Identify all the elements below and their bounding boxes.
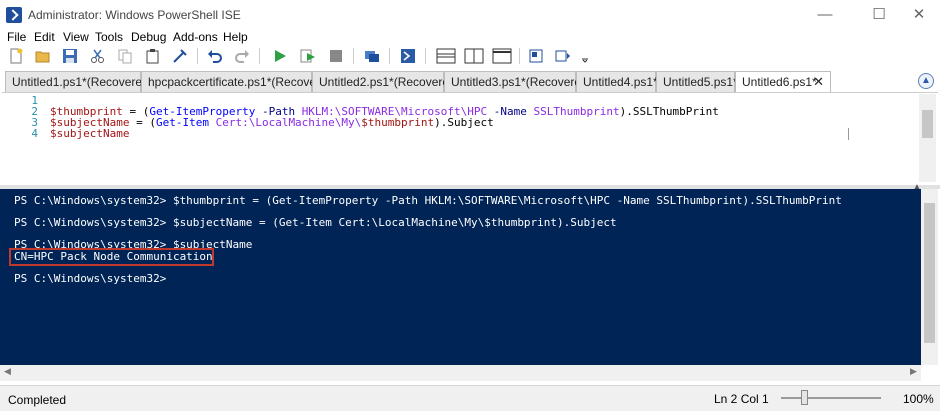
variable-token: $thumbprint bbox=[361, 116, 435, 129]
console-prompt-line: PS C:\Windows\system32> bbox=[14, 272, 167, 285]
toolbar bbox=[0, 44, 940, 68]
toolbar-separator bbox=[519, 48, 520, 64]
tab-close-icon[interactable]: ✕ bbox=[813, 72, 824, 92]
toolbar-separator bbox=[197, 48, 198, 64]
tab-untitled2[interactable]: Untitled2.ps1*(Recovered) bbox=[312, 71, 460, 92]
script-tabs: Untitled1.ps1*(Recovered) hpcpackcertifi… bbox=[0, 70, 940, 92]
tab-label: Untitled6.ps1* bbox=[742, 75, 817, 89]
tab-hpcpackcertificate[interactable]: hpcpackcertificate.ps1*(Recovered) bbox=[141, 71, 337, 92]
tab-untitled5[interactable]: Untitled5.ps1* bbox=[656, 71, 738, 92]
argument-token: Cert:\LocalMachine\My\ bbox=[208, 116, 362, 129]
scroll-right-icon[interactable]: ▶ bbox=[910, 366, 917, 377]
tab-untitled3[interactable]: Untitled3.ps1*(Recovered) bbox=[444, 71, 592, 92]
tab-label: Untitled5.ps1* bbox=[663, 75, 738, 89]
variable-token: $subjectName bbox=[50, 127, 130, 140]
code-line-4: $subjectName bbox=[50, 127, 129, 140]
window-title: Administrator: Windows PowerShell ISE bbox=[28, 8, 241, 22]
new-file-icon[interactable] bbox=[8, 48, 24, 64]
save-icon[interactable] bbox=[62, 48, 78, 64]
cursor-position: Ln 2 Col 1 bbox=[714, 392, 769, 406]
line-number: 4 bbox=[31, 127, 38, 140]
argument-token: SSLThumbprint bbox=[533, 105, 620, 118]
collapse-script-pane-icon[interactable]: ▲ bbox=[918, 73, 934, 89]
zoom-slider[interactable] bbox=[781, 397, 881, 399]
member-token: ).Subject bbox=[434, 116, 494, 129]
run-selection-icon[interactable] bbox=[300, 48, 316, 64]
new-remote-tab-icon[interactable] bbox=[364, 48, 380, 64]
tab-untitled1[interactable]: Untitled1.ps1*(Recovered) bbox=[5, 71, 153, 92]
minimize-button[interactable]: — bbox=[802, 0, 848, 30]
powershell-icon bbox=[6, 7, 22, 23]
console-horizontal-scrollbar[interactable]: ◀ ▶ bbox=[0, 365, 921, 381]
editor-scrollbar[interactable] bbox=[919, 94, 936, 182]
tab-label: Untitled4.ps1* bbox=[583, 75, 658, 89]
tab-label: Untitled1.ps1*(Recovered) bbox=[12, 75, 153, 89]
console-line: PS C:\Windows\system32> $subjectName = (… bbox=[14, 216, 617, 229]
cut-icon[interactable] bbox=[90, 48, 106, 64]
clear-icon[interactable] bbox=[172, 48, 188, 64]
start-powershell-icon[interactable] bbox=[400, 48, 416, 64]
menu-help[interactable]: Help bbox=[223, 30, 248, 44]
tab-label: Untitled3.ps1*(Recovered) bbox=[451, 75, 592, 89]
scrollbar-thumb[interactable] bbox=[922, 110, 933, 138]
toolbar-separator bbox=[425, 48, 426, 64]
command-token: Get-Item bbox=[155, 116, 209, 129]
undo-icon[interactable] bbox=[207, 48, 223, 64]
redo-icon[interactable] bbox=[234, 48, 250, 64]
open-folder-icon[interactable] bbox=[35, 48, 51, 64]
scrollbar-thumb[interactable] bbox=[924, 203, 935, 343]
tab-label: hpcpackcertificate.ps1*(Recovered) bbox=[148, 75, 338, 89]
console-line: PS C:\Windows\system32> $thumbprint = (G… bbox=[14, 194, 842, 207]
tab-label: Untitled2.ps1*(Recovered) bbox=[319, 75, 460, 89]
toolbar-separator bbox=[353, 48, 354, 64]
highlight-annotation-box bbox=[9, 248, 214, 266]
title-bar: Administrator: Windows PowerShell ISE — … bbox=[0, 0, 940, 30]
paste-icon[interactable] bbox=[145, 48, 161, 64]
toolbar-separator bbox=[259, 48, 260, 64]
overflow-icon[interactable] bbox=[580, 48, 590, 64]
show-command-addon-icon[interactable] bbox=[555, 48, 571, 64]
parameter-token: -Name bbox=[487, 105, 534, 118]
status-text: Completed bbox=[8, 393, 67, 407]
menu-view[interactable]: View bbox=[63, 30, 89, 44]
mouse-cursor bbox=[848, 128, 849, 140]
copy-icon[interactable] bbox=[117, 48, 133, 64]
scroll-left-icon[interactable]: ◀ bbox=[4, 366, 11, 377]
menu-debug[interactable]: Debug bbox=[131, 30, 166, 44]
zoom-level: 100% bbox=[903, 392, 934, 406]
tab-untitled4[interactable]: Untitled4.ps1* bbox=[576, 71, 658, 92]
run-script-icon[interactable] bbox=[272, 48, 288, 64]
console-scrollbar[interactable] bbox=[921, 189, 938, 365]
menu-file[interactable]: File bbox=[7, 30, 26, 44]
toolbar-separator bbox=[389, 48, 390, 64]
menu-tools[interactable]: Tools bbox=[95, 30, 123, 44]
operator-token: = ( bbox=[129, 116, 156, 129]
stop-icon[interactable] bbox=[328, 48, 344, 64]
show-command-window-icon[interactable] bbox=[528, 48, 544, 64]
close-button[interactable]: ✕ bbox=[896, 0, 940, 30]
status-bar: Completed Ln 2 Col 1 100% bbox=[0, 385, 940, 411]
show-script-maximized-icon[interactable] bbox=[492, 48, 512, 64]
member-token: ).SSLThumbPrint bbox=[619, 105, 719, 118]
console-pane[interactable]: PS C:\Windows\system32> $thumbprint = (G… bbox=[0, 189, 921, 365]
zoom-slider-thumb[interactable] bbox=[801, 390, 808, 405]
menu-addons[interactable]: Add-ons bbox=[173, 30, 218, 44]
tab-untitled6[interactable]: Untitled6.ps1* ✕ bbox=[735, 71, 831, 92]
menu-edit[interactable]: Edit bbox=[34, 30, 55, 44]
show-script-top-icon[interactable] bbox=[436, 48, 456, 64]
menu-bar: File Edit View Tools Debug Add-ons Help bbox=[0, 30, 940, 44]
show-script-right-icon[interactable] bbox=[464, 48, 484, 64]
